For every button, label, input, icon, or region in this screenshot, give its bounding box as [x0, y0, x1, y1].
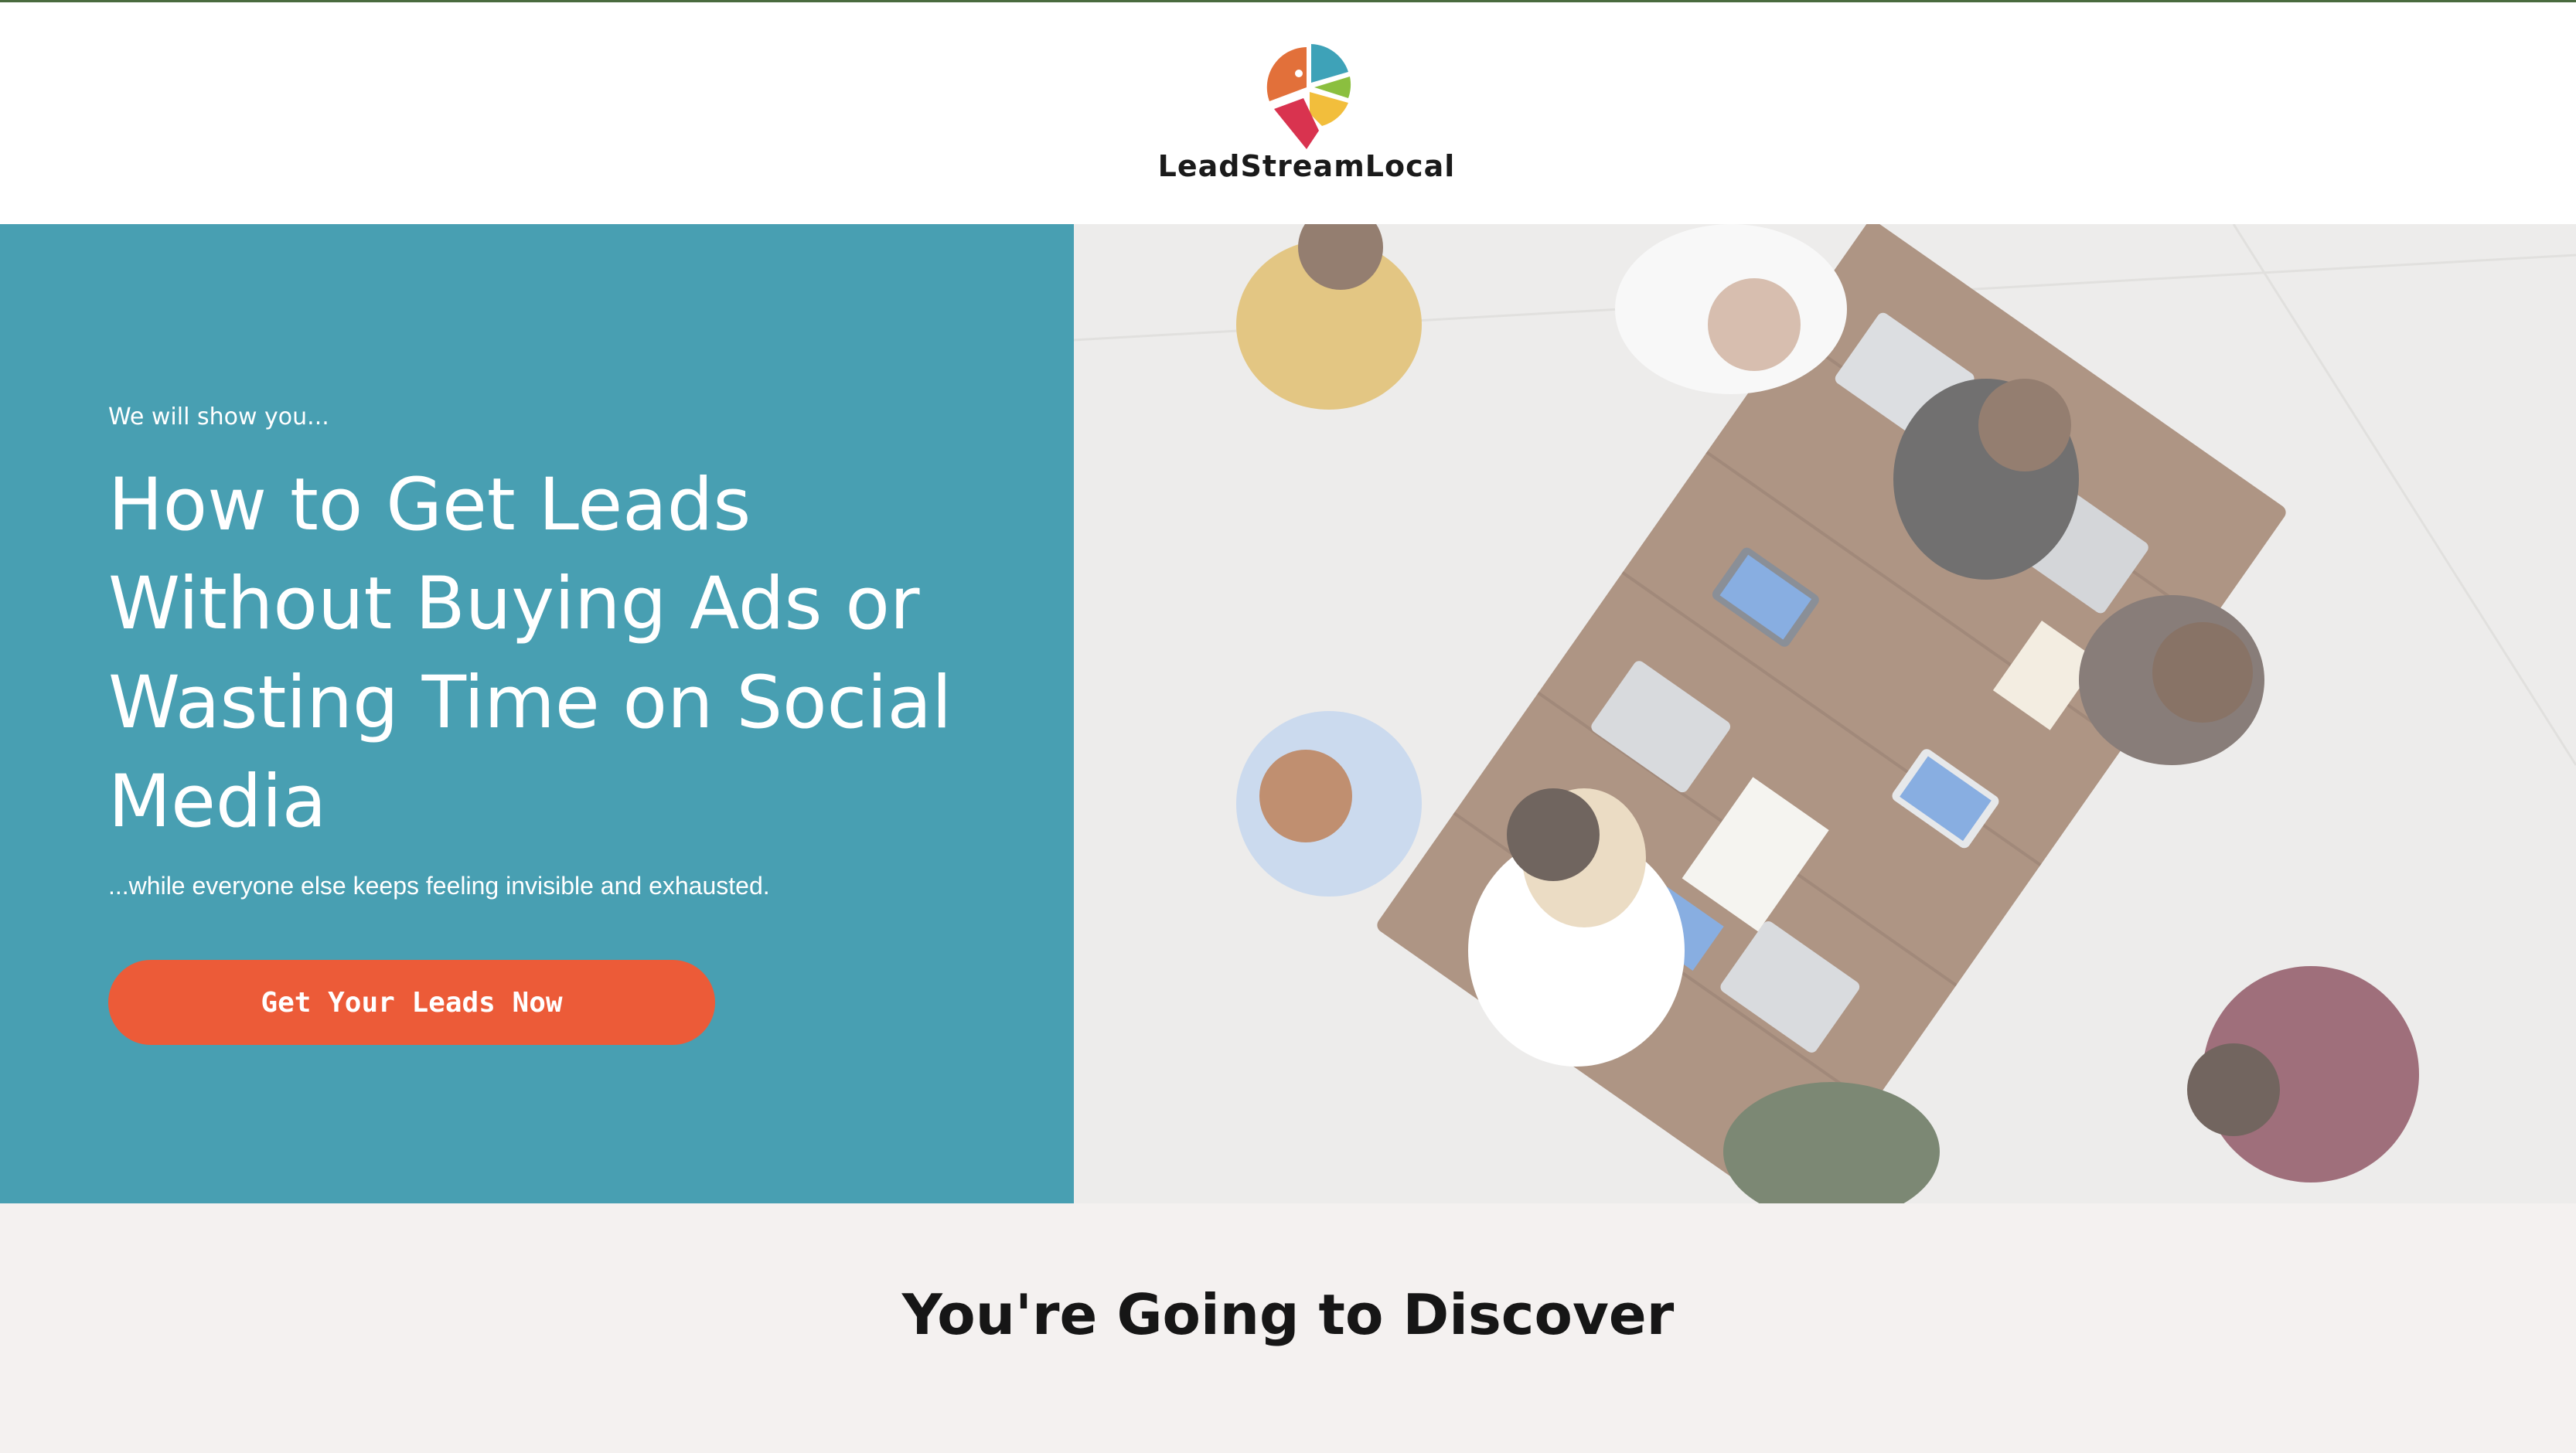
hero-eyebrow: We will show you... — [108, 403, 329, 430]
get-leads-button[interactable]: Get Your Leads Now — [108, 960, 715, 1045]
team-meeting-photo — [1074, 224, 2576, 1203]
site-header: LeadStreamLocal — [0, 2, 2576, 224]
discover-title: You're Going to Discover — [901, 1282, 1675, 1347]
discover-section: You're Going to Discover — [0, 1203, 2576, 1453]
hero-text-panel: We will show you... How to Get Leads Wit… — [0, 224, 1074, 1203]
hero-headline: How to Get Leads Without Buying Ads or W… — [108, 463, 952, 844]
brand-name[interactable]: LeadStreamLocal — [1044, 149, 1569, 183]
team-meeting-illustration — [1074, 224, 2576, 1203]
map-pin-pie-icon[interactable] — [1260, 41, 1353, 153]
hero-subheadline: ...while everyone else keeps feeling inv… — [108, 872, 770, 900]
